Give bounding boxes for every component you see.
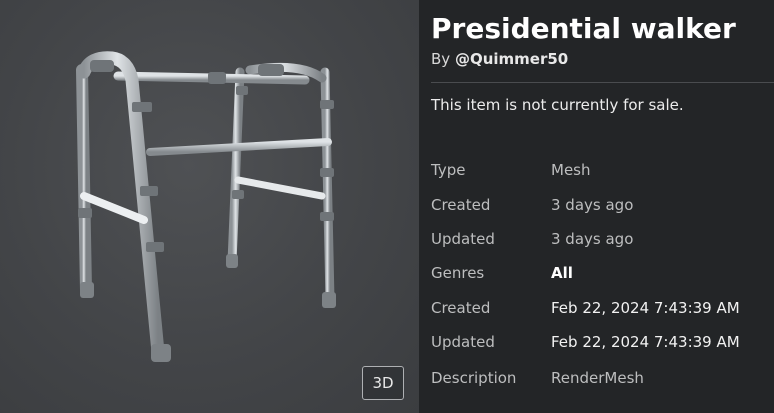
sale-status: This item is not currently for sale. xyxy=(431,96,684,114)
detail-row-created-date: Created Feb 22, 2024 7:43:39 AM xyxy=(431,299,774,321)
creator-link[interactable]: @Quimmer50 xyxy=(455,50,568,68)
item-title: Presidential walker xyxy=(431,12,736,45)
item-details-panel: Presidential walker By @Quimmer50 This i… xyxy=(419,0,774,413)
divider xyxy=(431,82,774,83)
walker-model-preview xyxy=(76,51,336,362)
detail-label: Description xyxy=(431,369,517,387)
detail-value: Mesh xyxy=(551,161,591,179)
detail-row-created-relative: Created 3 days ago xyxy=(431,196,774,218)
view-3d-button[interactable]: 3D xyxy=(362,366,404,400)
detail-label: Created xyxy=(431,299,491,317)
detail-value: 3 days ago xyxy=(551,230,634,248)
detail-value: RenderMesh xyxy=(551,369,644,387)
detail-label: Created xyxy=(431,196,491,214)
3d-viewer[interactable]: 3D xyxy=(0,0,419,413)
genre-link[interactable]: All xyxy=(551,264,573,282)
detail-label: Updated xyxy=(431,333,495,351)
creator-byline: By @Quimmer50 xyxy=(431,50,568,68)
detail-label: Type xyxy=(431,161,466,179)
detail-value: 3 days ago xyxy=(551,196,634,214)
detail-row-type: Type Mesh xyxy=(431,161,774,183)
detail-row-updated-relative: Updated 3 days ago xyxy=(431,230,774,252)
detail-label: Updated xyxy=(431,230,495,248)
detail-value: Feb 22, 2024 7:43:39 AM xyxy=(551,299,740,317)
detail-label: Genres xyxy=(431,264,485,282)
detail-row-description: Description RenderMesh xyxy=(431,369,774,391)
detail-row-updated-date: Updated Feb 22, 2024 7:43:39 AM xyxy=(431,333,774,355)
detail-value: Feb 22, 2024 7:43:39 AM xyxy=(551,333,740,351)
by-prefix: By xyxy=(431,50,451,68)
detail-row-genres: Genres All xyxy=(431,264,774,286)
